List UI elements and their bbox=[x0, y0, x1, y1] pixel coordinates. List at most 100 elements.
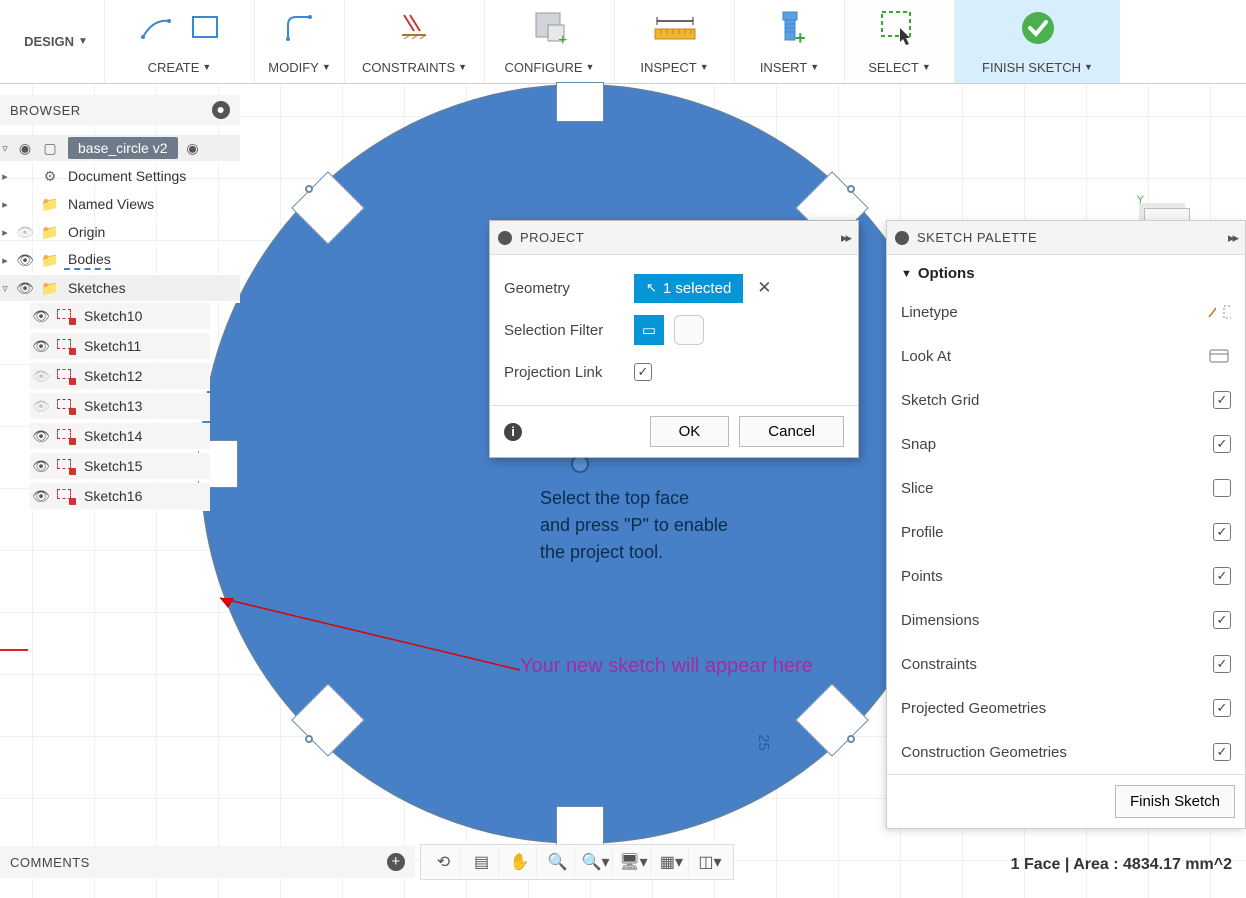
toolbar-select[interactable]: SELECT▼ bbox=[845, 0, 955, 83]
palette-row-label: Linetype bbox=[901, 304, 1207, 321]
eye-icon[interactable]: 👁 bbox=[30, 307, 52, 325]
component-icon: ▢ bbox=[40, 139, 60, 157]
pan-icon[interactable]: ✋ bbox=[503, 847, 537, 877]
chevron-right-icon[interactable]: ▸ bbox=[0, 226, 10, 239]
chevron-right-icon[interactable]: ▸ bbox=[0, 170, 10, 183]
eye-off-icon[interactable]: 👁 bbox=[30, 367, 52, 385]
toolbar-configure[interactable]: + CONFIGURE▼ bbox=[485, 0, 615, 83]
caret-down-icon: ▼ bbox=[458, 62, 467, 72]
caret-down-icon: ▼ bbox=[78, 36, 88, 47]
palette-row-label: Slice bbox=[901, 480, 1213, 497]
add-comment-icon[interactable]: + bbox=[387, 853, 405, 871]
root-name: base_circle v2 bbox=[68, 137, 178, 159]
chevron-right-icon[interactable]: ▸ bbox=[0, 198, 10, 211]
annotation-instructions: Select the top face and press "P" to ena… bbox=[540, 485, 728, 566]
orbit-icon[interactable]: ⟲ bbox=[427, 847, 461, 877]
dialog-header[interactable]: PROJECT ▸▸ bbox=[490, 221, 858, 255]
chevron-right-icon[interactable]: ▸ bbox=[0, 254, 10, 267]
browser-header[interactable]: BROWSER ● bbox=[0, 95, 240, 125]
tree-item-sketch[interactable]: 👁 Sketch10 bbox=[30, 303, 210, 331]
eye-icon[interactable]: 👁 bbox=[30, 457, 52, 475]
notch-bottom bbox=[556, 806, 604, 846]
tree-item-sketch[interactable]: 👁 Sketch12 bbox=[30, 363, 210, 391]
finish-sketch-button[interactable]: Finish Sketch bbox=[1115, 785, 1235, 818]
eye-icon[interactable]: 👁 bbox=[14, 251, 36, 269]
checkbox[interactable]: ✓ bbox=[1213, 435, 1231, 453]
palette-row: Points✓ bbox=[887, 554, 1245, 598]
look-at-icon[interactable]: ▤ bbox=[465, 847, 499, 877]
tree-item-sketch[interactable]: 👁 Sketch11 bbox=[30, 333, 210, 361]
dialog-title: PROJECT bbox=[520, 230, 584, 245]
create-label: CREATE bbox=[148, 60, 200, 75]
sketch-label: Sketch11 bbox=[80, 338, 141, 354]
checkbox[interactable] bbox=[1213, 479, 1231, 497]
toolbar-constraints[interactable]: CONSTRAINTS▼ bbox=[345, 0, 485, 83]
chevron-down-icon[interactable]: ▿ bbox=[0, 282, 10, 295]
filter-faces-button[interactable]: ▭ bbox=[634, 315, 664, 345]
comments-panel[interactable]: COMMENTS + bbox=[0, 846, 415, 878]
workspace-selector[interactable]: DESIGN ▼ bbox=[0, 0, 105, 83]
zoom-icon[interactable]: 🔍 bbox=[541, 847, 575, 877]
tree-item-sketch[interactable]: 👁 Sketch13 bbox=[30, 393, 210, 421]
checkbox[interactable]: ✓ bbox=[1213, 391, 1231, 409]
expand-icon[interactable]: ▸▸ bbox=[841, 230, 850, 246]
eye-icon[interactable]: ◉ bbox=[14, 139, 36, 157]
line-icon bbox=[139, 13, 179, 43]
triangle-down-icon: ▼ bbox=[901, 268, 912, 280]
tree-item-doc-settings[interactable]: ▸ ⚙ Document Settings bbox=[0, 163, 240, 191]
configure-label: CONFIGURE bbox=[505, 60, 583, 75]
toolbar-finish-sketch[interactable]: FINISH SKETCH▼ bbox=[955, 0, 1120, 83]
tree-root[interactable]: ▿ ◉ ▢ base_circle v2 ◉ bbox=[0, 135, 240, 163]
eye-icon[interactable]: 👁 bbox=[30, 337, 52, 355]
palette-header[interactable]: SKETCH PALETTE ▸▸ bbox=[887, 221, 1245, 255]
collapse-icon[interactable]: ● bbox=[212, 101, 230, 119]
checkbox[interactable]: ✓ bbox=[1213, 523, 1231, 541]
checkbox[interactable]: ✓ bbox=[1213, 655, 1231, 673]
eye-icon[interactable]: 👁 bbox=[30, 487, 52, 505]
tree-item-sketch[interactable]: 👁 Sketch14 bbox=[30, 423, 210, 451]
toolbar-modify[interactable]: MODIFY▼ bbox=[255, 0, 345, 83]
linetype-icons[interactable] bbox=[1207, 302, 1231, 322]
projection-link-checkbox[interactable]: ✓ bbox=[634, 363, 652, 381]
tree-label: Document Settings bbox=[64, 168, 186, 184]
checkbox[interactable]: ✓ bbox=[1213, 611, 1231, 629]
toolbar-insert[interactable]: + INSERT▼ bbox=[735, 0, 845, 83]
checkbox[interactable]: ✓ bbox=[1213, 699, 1231, 717]
clear-selection-icon[interactable]: ✕ bbox=[757, 278, 771, 298]
tree-item-sketches[interactable]: ▿ 👁 📁 Sketches bbox=[0, 275, 240, 303]
eye-off-icon[interactable]: 👁 bbox=[30, 397, 52, 415]
workspace-label: DESIGN bbox=[24, 34, 74, 49]
toolbar-create[interactable]: CREATE▼ bbox=[105, 0, 255, 83]
cursor-icon: ↖ bbox=[646, 280, 657, 296]
toolbar-ribbon: DESIGN▼ CREATE▼ MODIFY▼ CONSTRAINTS▼ + C… bbox=[0, 0, 1246, 84]
viewport-icon[interactable]: ◫▾ bbox=[693, 847, 727, 877]
ok-button[interactable]: OK bbox=[650, 416, 730, 447]
target-icon[interactable]: ◉ bbox=[182, 139, 204, 157]
look-at-icon[interactable] bbox=[1207, 346, 1231, 366]
insert-label: INSERT bbox=[760, 60, 807, 75]
checkbox[interactable]: ✓ bbox=[1213, 567, 1231, 585]
palette-section-options[interactable]: ▼ Options bbox=[887, 255, 1245, 290]
checkbox[interactable]: ✓ bbox=[1213, 743, 1231, 761]
toolbar-inspect[interactable]: INSPECT▼ bbox=[615, 0, 735, 83]
grid-icon[interactable]: ▦▾ bbox=[655, 847, 689, 877]
eye-off-icon[interactable]: 👁 bbox=[14, 223, 36, 241]
tree-item-named-views[interactable]: ▸ 📁 Named Views bbox=[0, 191, 240, 219]
zoom-window-icon[interactable]: 🔍▾ bbox=[579, 847, 613, 877]
tree-item-origin[interactable]: ▸ 👁 📁 Origin bbox=[0, 219, 240, 247]
filter-bodies-button[interactable] bbox=[674, 315, 704, 345]
tree-item-sketch[interactable]: 👁 Sketch16 bbox=[30, 483, 210, 511]
chevron-down-icon[interactable]: ▿ bbox=[0, 142, 10, 155]
eye-icon[interactable]: 👁 bbox=[14, 279, 36, 297]
info-icon[interactable]: i bbox=[504, 423, 522, 441]
display-icon[interactable]: 🖥▾ bbox=[617, 847, 651, 877]
tree-item-sketch[interactable]: 👁 Sketch15 bbox=[30, 453, 210, 481]
sketch-body-circle[interactable] bbox=[200, 84, 960, 844]
row-projection-link: Projection Link ✓ bbox=[504, 351, 844, 393]
cancel-button[interactable]: Cancel bbox=[739, 416, 844, 447]
expand-icon[interactable]: ▸▸ bbox=[1228, 230, 1237, 246]
selection-pill[interactable]: ↖ 1 selected bbox=[634, 274, 743, 303]
tree-item-bodies[interactable]: ▸ 👁 📁 Bodies bbox=[0, 247, 240, 275]
tree-label: Sketches bbox=[64, 280, 126, 296]
eye-icon[interactable]: 👁 bbox=[30, 427, 52, 445]
